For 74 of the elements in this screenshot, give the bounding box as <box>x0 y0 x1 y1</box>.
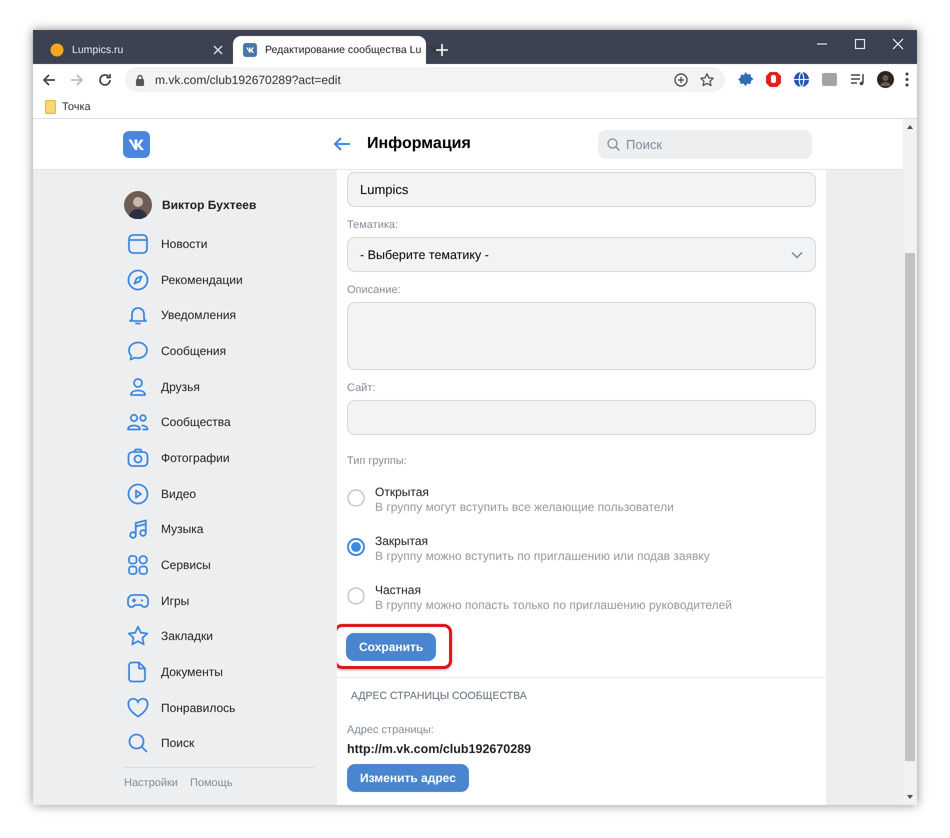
sidebar-item[interactable]: Сервисы <box>124 547 337 583</box>
scroll-down-icon[interactable] <box>906 793 914 801</box>
radio-button[interactable] <box>347 489 365 507</box>
option-description: В группу можно попасть только по приглашению руководителей <box>375 598 732 612</box>
sidebar-item[interactable]: Игры <box>124 582 337 619</box>
new-tab-icon[interactable] <box>436 44 448 56</box>
option-description: В группу можно вступить по приглашению или подав заявку <box>375 549 710 563</box>
search-icon <box>126 731 150 756</box>
search-icon <box>607 138 620 150</box>
stop-hand-icon[interactable] <box>765 71 782 88</box>
close-icon[interactable] <box>429 45 440 55</box>
radio-button[interactable] <box>347 538 365 556</box>
page-address: http://m.vk.com/club192670289 <box>347 742 532 756</box>
vk-logo-icon <box>243 43 257 57</box>
extension-icon[interactable] <box>737 71 754 88</box>
sidebar-item[interactable]: Видео <box>124 476 337 512</box>
field-label: Сайт: <box>347 382 376 394</box>
option-title[interactable]: Частная <box>375 583 732 597</box>
scroll-up-icon[interactable] <box>906 123 914 131</box>
chevron-down-icon <box>791 250 803 258</box>
avatar-icon[interactable] <box>124 191 152 219</box>
sidebar-item[interactable]: Рекомендации <box>124 262 337 298</box>
site-logo-icon <box>50 43 64 57</box>
option-description: В группу могут вступить все желающие пользователи <box>375 500 674 514</box>
change-address-button[interactable]: Изменить адрес <box>347 764 469 792</box>
sidebar-item[interactable]: Поиск <box>124 726 337 762</box>
sidebar-item[interactable]: Новости <box>124 226 337 262</box>
back-arrow-icon[interactable] <box>41 72 57 88</box>
search-field[interactable]: Поиск <box>598 130 812 158</box>
vk-logo-icon[interactable] <box>123 130 150 158</box>
grid-icon <box>126 553 150 578</box>
menu-icon[interactable] <box>905 71 909 88</box>
sidebar-item[interactable]: Документы <box>124 654 337 690</box>
sidebar-item[interactable]: Друзья <box>124 368 337 404</box>
sidebar-item[interactable]: Уведомления <box>124 297 337 334</box>
globe-icon[interactable] <box>793 71 810 88</box>
page-title: Информация <box>367 135 472 153</box>
save-button[interactable]: Сохранить <box>346 633 436 661</box>
sidebar-item[interactable]: Закладки <box>124 618 337 654</box>
description-field[interactable] <box>347 302 816 370</box>
name-field[interactable]: Lumpics <box>347 172 816 207</box>
sidebar-item[interactable]: Музыка <box>124 512 337 548</box>
topic-dropdown[interactable]: - Выберите тематику - <box>347 237 816 272</box>
heart-icon <box>126 696 150 720</box>
compass-icon <box>126 268 150 292</box>
field-label: Описание: <box>347 284 402 296</box>
address-bar[interactable]: m.vk.com/club192670289?act=edit <box>125 67 725 92</box>
site-field[interactable] <box>347 400 816 435</box>
reload-icon[interactable] <box>97 72 113 88</box>
newspaper-icon <box>126 232 150 256</box>
option-title[interactable]: Открытая <box>375 485 674 499</box>
scrollbar-thumb[interactable] <box>905 253 915 761</box>
field-label: Тематика: <box>347 219 400 231</box>
profile-name[interactable]: Виктор Бухтеев <box>162 198 256 212</box>
field-label: Адрес страницы: <box>347 724 435 736</box>
plus-circle-icon[interactable] <box>673 72 689 88</box>
play-icon <box>126 482 150 506</box>
star-icon[interactable] <box>699 72 715 88</box>
sidebar-item[interactable]: Фотографии <box>124 440 337 476</box>
avatar-icon[interactable] <box>877 71 894 88</box>
section-heading: АДРЕС СТРАНИЦЫ СООБЩЕСТВА <box>351 690 528 702</box>
folder-icon <box>45 100 56 114</box>
chat-bubble-icon <box>126 338 150 363</box>
sidebar-item[interactable]: Сообщения <box>124 333 337 369</box>
bookmark-link[interactable]: Точка <box>62 100 91 112</box>
option-title[interactable]: Закрытая <box>375 534 710 548</box>
field-label: Тип группы: <box>347 455 408 467</box>
sidebar-item[interactable]: Понравилось <box>124 690 337 726</box>
lock-icon <box>135 74 145 86</box>
browser-tab[interactable]: Lumpics.ru <box>40 36 233 64</box>
camera-icon <box>126 446 150 470</box>
radio-button[interactable] <box>347 587 365 605</box>
sidebar-item[interactable]: Сообщества <box>124 404 337 440</box>
playlist-icon[interactable] <box>849 71 866 88</box>
